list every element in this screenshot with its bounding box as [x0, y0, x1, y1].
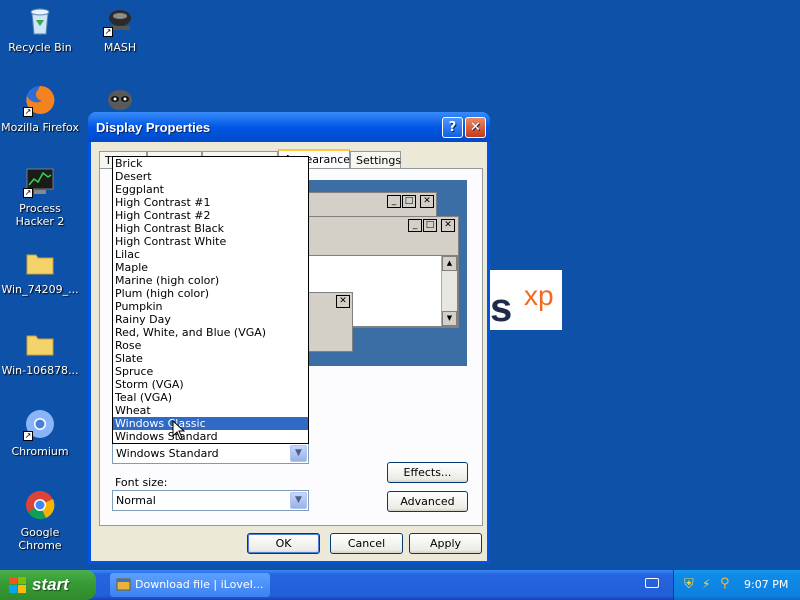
close-icon: ✕: [470, 120, 481, 135]
color-scheme-option[interactable]: Maple: [113, 261, 308, 274]
start-button[interactable]: start: [0, 570, 96, 600]
color-scheme-option[interactable]: High Contrast White: [113, 235, 308, 248]
preview-titlebar: _ □ ✕: [292, 217, 458, 235]
color-scheme-option[interactable]: Slate: [113, 352, 308, 365]
clock: 9:07 PM: [744, 578, 789, 591]
color-scheme-option[interactable]: High Contrast Black: [113, 222, 308, 235]
color-scheme-option[interactable]: High Contrast #1: [113, 196, 308, 209]
folder-icon: [24, 327, 56, 359]
shortcut-arrow-icon: ↗: [23, 188, 33, 198]
taskbar-window-title: Download file | iLoveI...: [135, 578, 264, 591]
windows-flag-icon: [9, 577, 26, 593]
desktop-icon-folder-2[interactable]: Win-106878...: [0, 327, 80, 377]
scroll-down-icon: ▼: [442, 311, 457, 326]
desktop-icon-label: Google Chrome: [18, 526, 62, 552]
browser-window-icon: [116, 578, 131, 591]
firefox-icon: ↗: [23, 84, 56, 117]
network-icon[interactable]: ⚡: [702, 577, 710, 591]
color-scheme-select[interactable]: Windows Standard ▼: [112, 443, 309, 464]
chromium-icon: ↗: [23, 408, 56, 441]
close-icon: ✕: [420, 195, 434, 208]
color-scheme-option[interactable]: Plum (high color): [113, 287, 308, 300]
close-button[interactable]: ✕: [465, 117, 486, 138]
search-icon[interactable]: ⚲: [720, 576, 730, 591]
dialog-title: Display Properties: [96, 120, 211, 135]
taskbar: start Download file | iLoveI... ⛨ ⚡ ⚲ 9:…: [0, 570, 800, 600]
desktop-icon-folder-1[interactable]: Win_74209_...: [0, 246, 80, 296]
start-label: start: [32, 575, 69, 594]
desktop-icon-label: Recycle Bin: [8, 41, 72, 54]
system-tray: ⛨ ⚡ ⚲ 9:07 PM: [673, 570, 800, 600]
color-scheme-option[interactable]: Teal (VGA): [113, 391, 308, 404]
close-icon: ✕: [441, 219, 455, 232]
color-scheme-option[interactable]: Windows Standard: [113, 430, 308, 443]
shortcut-arrow-icon: ↗: [23, 431, 33, 441]
color-scheme-value: Windows Standard: [116, 447, 219, 460]
color-scheme-option[interactable]: Brick: [113, 157, 308, 170]
folder-icon: [24, 246, 56, 278]
tab-settings[interactable]: Settings: [350, 151, 401, 169]
color-scheme-option[interactable]: Red, White, and Blue (VGA): [113, 326, 308, 339]
close-icon: ✕: [336, 295, 350, 308]
mash-icon: ↗: [103, 4, 136, 37]
color-scheme-dropdown-list: Brick Desert Eggplant High Contrast #1 H…: [112, 156, 309, 444]
desktop-icon-label: Mozilla Firefox: [1, 121, 79, 134]
color-scheme-option[interactable]: Wheat: [113, 404, 308, 417]
cancel-button[interactable]: Cancel: [330, 533, 403, 554]
color-scheme-option[interactable]: Marine (high color): [113, 274, 308, 287]
scroll-up-icon: ▲: [442, 256, 457, 271]
desktop-icon-mash[interactable]: ↗ MASH: [80, 4, 160, 54]
taskbar-window-button[interactable]: Download file | iLoveI...: [110, 573, 270, 597]
font-size-label: Font size:: [115, 476, 168, 489]
help-button[interactable]: ?: [442, 117, 463, 138]
desktop-icon-recycle-bin[interactable]: Recycle Bin: [0, 4, 80, 54]
desktop-icon-chromium[interactable]: ↗ Chromium: [0, 408, 80, 458]
keyboard-icon[interactable]: [645, 578, 659, 588]
font-size-value: Normal: [116, 494, 156, 507]
apply-button[interactable]: Apply: [409, 533, 482, 554]
desktop-icon-label: MASH: [103, 41, 137, 54]
color-scheme-option[interactable]: Eggplant: [113, 183, 308, 196]
desktop-icon-chrome[interactable]: Google Chrome: [0, 489, 80, 552]
color-scheme-option-selected[interactable]: Windows Classic: [113, 417, 308, 430]
color-scheme-option[interactable]: Pumpkin: [113, 300, 308, 313]
desktop-icon-label: Win-106878...: [1, 364, 79, 377]
color-scheme-option[interactable]: Spruce: [113, 365, 308, 378]
desktop-icon-firefox[interactable]: ↗ Mozilla Firefox: [0, 84, 80, 134]
chevron-down-icon[interactable]: ▼: [290, 445, 307, 462]
dialog-titlebar[interactable]: Display Properties ? ✕: [88, 112, 490, 142]
advanced-button[interactable]: Advanced: [387, 491, 468, 512]
security-shield-icon[interactable]: ⛨: [684, 577, 694, 592]
shortcut-arrow-icon: ↗: [23, 107, 33, 117]
mouse-pointer-icon: [172, 419, 186, 443]
chrome-icon: [24, 489, 56, 521]
color-scheme-option[interactable]: Storm (VGA): [113, 378, 308, 391]
chevron-down-icon[interactable]: ▼: [290, 492, 307, 509]
preview-scrollbar: ▲ ▼: [441, 256, 457, 326]
ok-button[interactable]: OK: [247, 533, 320, 554]
recycle-bin-icon: [24, 4, 56, 36]
effects-button[interactable]: Effects...: [387, 462, 468, 483]
color-scheme-option[interactable]: Desert: [113, 170, 308, 183]
minimize-icon: _: [408, 219, 422, 232]
desktop-icon-label: Process Hacker 2: [15, 202, 65, 228]
color-scheme-option[interactable]: Rainy Day: [113, 313, 308, 326]
desktop-icon-label: Chromium: [11, 445, 69, 458]
shortcut-arrow-icon: ↗: [103, 27, 113, 37]
color-scheme-option[interactable]: Rose: [113, 339, 308, 352]
minimize-icon: _: [387, 195, 401, 208]
maximize-icon: □: [402, 195, 416, 208]
maximize-icon: □: [423, 219, 437, 232]
color-scheme-option[interactable]: Lilac: [113, 248, 308, 261]
preview-titlebar: _ □ ✕: [292, 193, 436, 211]
font-size-select[interactable]: Normal ▼: [112, 490, 309, 511]
process-hacker-icon: ↗: [23, 165, 56, 198]
color-scheme-option[interactable]: High Contrast #2: [113, 209, 308, 222]
help-icon: ?: [448, 120, 457, 135]
appearance-preview: _ □ ✕ _ □ ✕ ▲ ▼ ✕: [291, 180, 467, 366]
desktop-icon-process-hacker[interactable]: ↗ Process Hacker 2: [0, 165, 80, 228]
desktop-icon-label: Win_74209_...: [1, 283, 79, 296]
